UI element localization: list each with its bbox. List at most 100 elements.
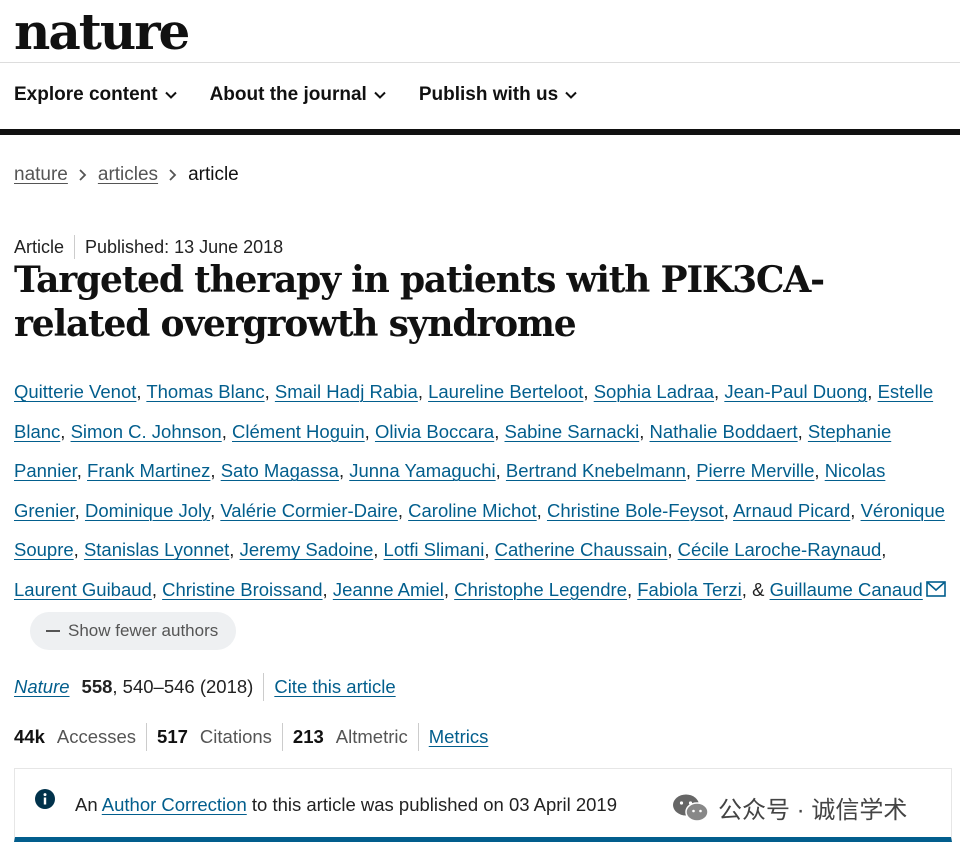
author-link[interactable]: Pierre Merville (696, 460, 814, 481)
author-separator: , (76, 460, 88, 482)
author-separator: , (814, 460, 825, 482)
wechat-watermark: 公众号 · 诚信学术 (672, 790, 907, 825)
author-link[interactable]: Sato Magassa (221, 460, 339, 481)
nav-bottom-rule (0, 129, 960, 135)
author-separator: , (264, 381, 275, 402)
author-link[interactable]: Guillaume Canaud (770, 579, 923, 600)
author-link[interactable]: Junna Yamaguchi (349, 460, 495, 481)
mail-icon[interactable] (925, 581, 946, 597)
author-link[interactable]: Jeanne Amiel (333, 579, 444, 600)
nav-about-journal[interactable]: About the journal (210, 84, 387, 106)
author-link[interactable]: Sophia Ladraa (594, 381, 714, 402)
nav-label: About the journal (209, 84, 367, 105)
chevron-down-icon (164, 91, 177, 99)
journal-link[interactable]: Nature (14, 676, 70, 698)
author-link[interactable]: Bertrand Knebelmann (506, 460, 686, 481)
altmetric-score: 213 (292, 726, 324, 747)
author-separator: , (495, 460, 506, 482)
author-separator: , (74, 499, 85, 521)
cite-this-article-link[interactable]: Cite this article (274, 676, 395, 698)
author-link[interactable]: Quitterie Venot (14, 381, 136, 402)
author-separator: , (667, 539, 678, 561)
author-link[interactable]: Nathalie Boddaert (650, 421, 798, 442)
author-link[interactable]: Cécile Laroche-Raynaud (678, 539, 882, 560)
wechat-icon (673, 794, 709, 822)
citation-line: Nature 558 , 540–546 (2018) Cite this ar… (14, 673, 396, 701)
author-separator: , (397, 499, 409, 521)
author-separator: , (685, 460, 697, 482)
author-link[interactable]: Jeremy Sadoine (240, 539, 374, 560)
author-separator: , (723, 499, 734, 521)
author-link[interactable]: Christine Bole-Feysot (547, 500, 724, 521)
author-correction-link[interactable]: Author Correction (102, 794, 247, 815)
author-separator: , (229, 539, 240, 561)
citation-divider (263, 673, 265, 701)
pages-year: , 540–546 (2018) (112, 676, 254, 697)
author-separator: , (583, 381, 594, 402)
article-meta: Article Published: 13 June 2018 (14, 235, 283, 259)
author-separator: , (60, 420, 71, 442)
author-link[interactable]: Lotfi Slimani (384, 539, 485, 560)
header-divider (0, 62, 960, 63)
nature-logo[interactable]: nature (14, 2, 190, 61)
author-link[interactable]: Valérie Cormier-Daire (220, 500, 398, 521)
author-link[interactable]: Stanislas Lyonnet (84, 539, 229, 560)
author-link[interactable]: Thomas Blanc (146, 381, 264, 402)
breadcrumb-articles[interactable]: articles (98, 164, 158, 186)
breadcrumb-current: article (188, 164, 239, 185)
author-separator: , (639, 420, 650, 442)
breadcrumb: nature articles article (14, 164, 239, 186)
notice-prefix: An (75, 794, 98, 815)
author-separator: , (797, 420, 808, 442)
author-separator: , (626, 578, 638, 600)
author-separator: , (536, 499, 547, 521)
author-separator: , (714, 381, 725, 402)
citations-label: Citations (199, 726, 272, 747)
author-separator: , (210, 460, 221, 482)
author-link[interactable]: Frank Martinez (87, 460, 210, 481)
author-separator: , (484, 539, 495, 561)
author-link[interactable]: Arnaud Picard (733, 500, 850, 521)
author-link[interactable]: Smail Hadj Rabia (275, 381, 418, 402)
author-link[interactable]: Fabiola Terzi (637, 579, 742, 600)
author-separator: , (443, 578, 455, 600)
author-separator: , (741, 578, 753, 600)
author-link[interactable]: Sabine Sarnacki (505, 421, 640, 442)
author-separator: , (136, 381, 147, 402)
author-link[interactable]: Laurent Guibaud (14, 579, 152, 600)
notice-suffix: to this article was published on 03 Apri… (251, 794, 617, 815)
meta-divider (74, 235, 76, 259)
altmetric-label: Altmetric (335, 726, 408, 747)
show-fewer-label: Show fewer authors (68, 620, 219, 640)
volume: 558 (81, 676, 113, 697)
nav-publish-with-us[interactable]: Publish with us (419, 84, 578, 106)
nav-label: Explore content (14, 84, 158, 105)
author-list: Quitterie Venot, Thomas Blanc, Smail Had… (14, 372, 949, 650)
minus-icon (46, 629, 60, 632)
author-separator: , (151, 578, 163, 600)
author-separator: , (417, 381, 429, 402)
author-separator: , (364, 420, 375, 442)
nav-explore-content[interactable]: Explore content (14, 84, 178, 106)
author-link[interactable]: Jean-Paul Duong (724, 381, 867, 402)
notice-text: An Author Correction to this article was… (75, 794, 617, 816)
author-link[interactable]: Simon C. Johnson (71, 421, 222, 442)
author-link[interactable]: Olivia Boccara (375, 421, 494, 442)
author-separator: , (881, 539, 887, 561)
author-separator: , (373, 539, 384, 561)
author-separator: , (221, 420, 233, 442)
author-separator: , (73, 539, 84, 561)
author-link[interactable]: Clément Hoguin (232, 421, 365, 442)
author-link[interactable]: Caroline Michot (408, 500, 537, 521)
metrics-link[interactable]: Metrics (429, 726, 489, 748)
author-link[interactable]: Christine Broissand (162, 579, 322, 600)
show-fewer-authors-button[interactable]: Show fewer authors (30, 611, 237, 650)
author-link[interactable]: Dominique Joly (85, 500, 210, 521)
author-link[interactable]: Catherine Chaussain (495, 539, 668, 560)
author-link[interactable]: Christophe Legendre (454, 579, 627, 600)
author-separator: , (338, 460, 350, 482)
author-link[interactable]: Laureline Berteloot (428, 381, 583, 402)
metrics-divider (417, 723, 419, 751)
breadcrumb-nature[interactable]: nature (14, 164, 68, 186)
info-icon (35, 789, 55, 809)
